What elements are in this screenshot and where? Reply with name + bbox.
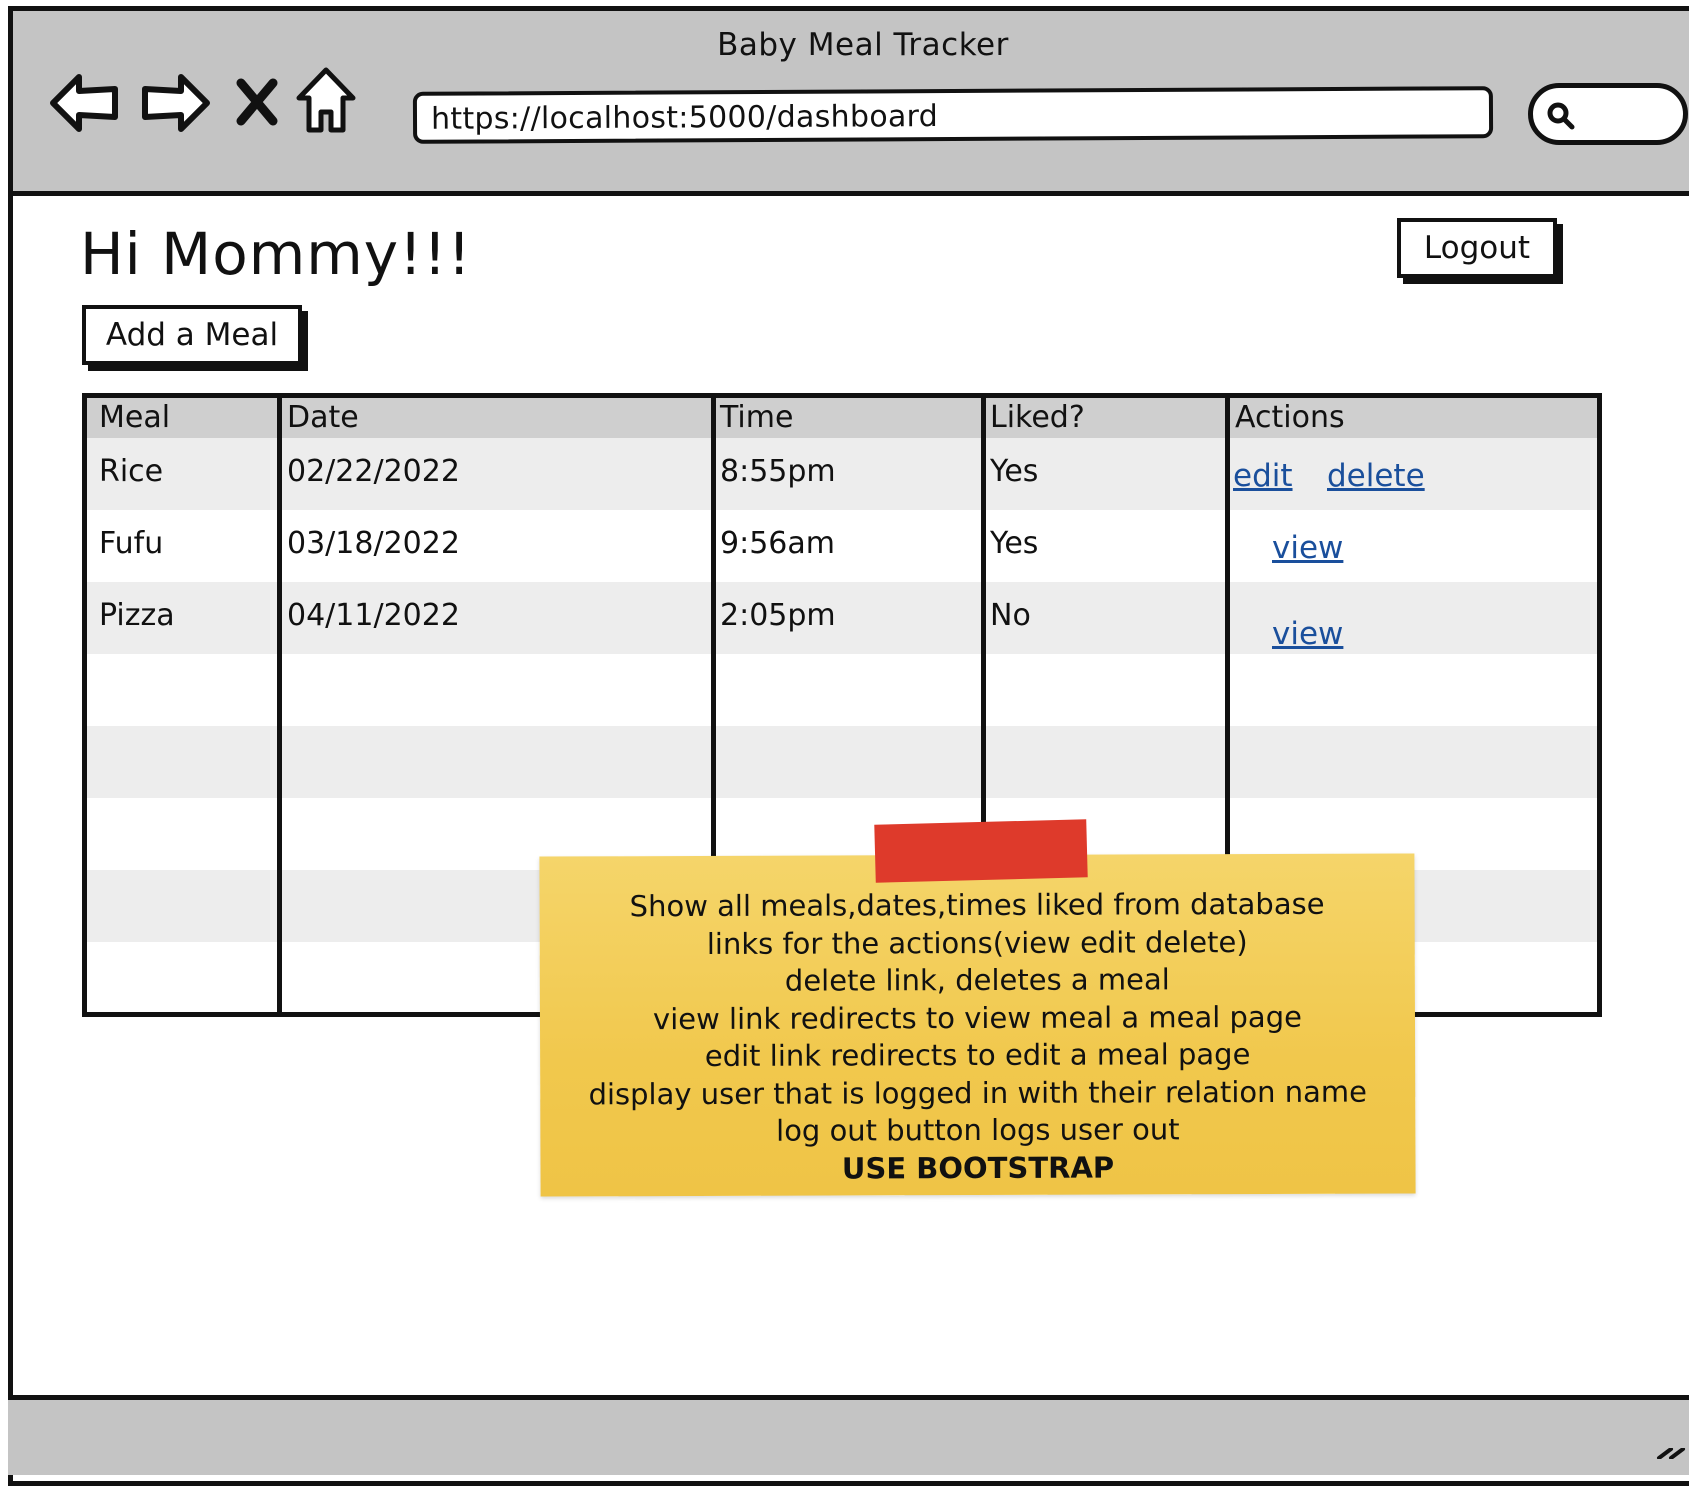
delete-link[interactable]: delete xyxy=(1327,458,1425,494)
note-line: links for the actions(view edit delete) xyxy=(706,924,1248,961)
view-link[interactable]: view xyxy=(1272,530,1343,566)
note-text: Show all meals,dates,times liked from da… xyxy=(540,885,1416,1188)
note-line-emphasis: USE BOOTSTRAP xyxy=(841,1150,1115,1185)
note-line: Show all meals,dates,times liked from da… xyxy=(629,886,1325,924)
date-cell: 04/11/2022 xyxy=(287,598,460,633)
window-title: Baby Meal Tracker xyxy=(717,27,1009,63)
search-icon xyxy=(1547,102,1575,130)
header-meal: Meal xyxy=(99,400,171,435)
liked-cell: Yes xyxy=(990,454,1039,489)
note-line: edit link redirects to edit a meal page xyxy=(704,1037,1251,1073)
resize-grip-icon[interactable] xyxy=(1655,1448,1689,1459)
time-cell: 2:05pm xyxy=(720,598,836,633)
header-date: Date xyxy=(287,400,359,435)
greeting-heading: Hi Mommy!!! xyxy=(80,220,472,288)
browser-toolbar: Baby Meal Tracker https://localhost:5000… xyxy=(13,11,1689,196)
browser-search-box[interactable] xyxy=(1528,83,1688,145)
note-line: delete link, deletes a meal xyxy=(784,962,1170,998)
table-row: Fufu 03/18/2022 9:56am Yes view xyxy=(87,510,1597,582)
meal-cell: Pizza xyxy=(99,598,175,633)
note-tape xyxy=(874,819,1088,883)
date-cell: 03/18/2022 xyxy=(287,526,460,561)
header-liked: Liked? xyxy=(990,400,1085,435)
add-meal-button[interactable]: Add a Meal xyxy=(82,305,302,365)
url-bar[interactable]: https://localhost:5000/dashboard xyxy=(412,86,1494,144)
time-cell: 9:56am xyxy=(720,526,835,561)
note-line: log out button logs user out xyxy=(776,1112,1180,1148)
table-header-row: Meal Date Time Liked? Actions xyxy=(87,398,1597,438)
home-icon[interactable] xyxy=(295,66,357,136)
meal-cell: Rice xyxy=(99,454,164,489)
date-cell: 02/22/2022 xyxy=(287,454,460,489)
note-line: view link redirects to view meal a meal … xyxy=(652,999,1302,1036)
logout-button[interactable]: Logout xyxy=(1397,218,1557,278)
view-link[interactable]: view xyxy=(1272,616,1343,652)
header-actions: Actions xyxy=(1235,400,1345,435)
note-line: display user that is logged in with thei… xyxy=(588,1074,1367,1111)
url-text[interactable]: https://localhost:5000/dashboard xyxy=(431,99,938,137)
forward-arrow-icon[interactable] xyxy=(139,71,211,135)
table-row: Pizza 04/11/2022 2:05pm No view xyxy=(87,582,1597,654)
header-time: Time xyxy=(720,400,794,435)
back-arrow-icon[interactable] xyxy=(49,71,121,135)
column-divider xyxy=(277,398,282,1012)
meal-cell: Fufu xyxy=(99,526,164,561)
liked-cell: No xyxy=(990,598,1031,633)
empty-row xyxy=(87,654,1597,726)
liked-cell: Yes xyxy=(990,526,1039,561)
sticky-note: Show all meals,dates,times liked from da… xyxy=(539,853,1416,1197)
time-cell: 8:55pm xyxy=(720,454,836,489)
table-row: Rice 02/22/2022 8:55pm Yes edit delete xyxy=(87,438,1597,510)
edit-link[interactable]: edit xyxy=(1233,458,1293,494)
browser-status-bar xyxy=(8,1395,1689,1475)
stop-icon[interactable] xyxy=(235,77,279,127)
empty-row xyxy=(87,726,1597,798)
